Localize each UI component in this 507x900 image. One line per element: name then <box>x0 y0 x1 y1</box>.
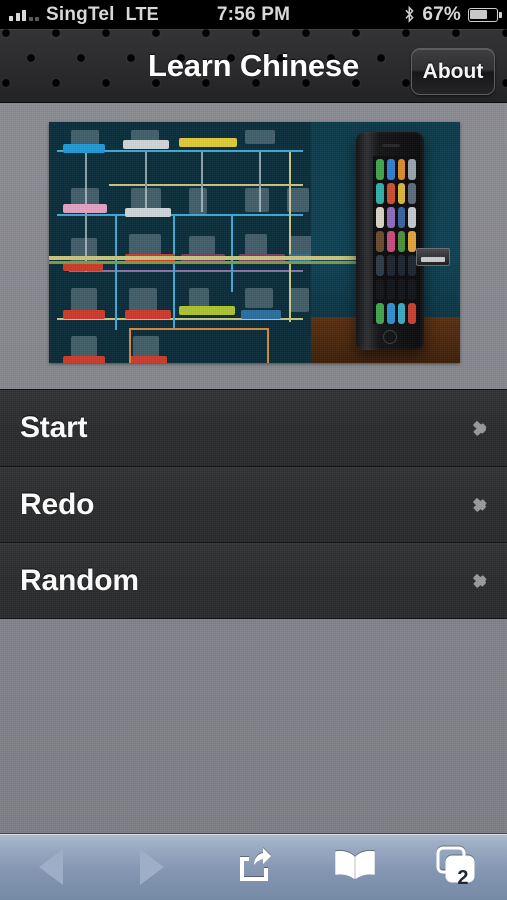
tab-count-label: 2 <box>457 867 469 889</box>
network-diagram-graphic <box>49 122 311 363</box>
battery-percent-label: 67% <box>422 3 461 25</box>
back-arrow-icon <box>38 849 63 885</box>
about-button[interactable]: About <box>411 48 495 95</box>
menu-list: Start Redo Random <box>0 389 507 619</box>
forward-button[interactable] <box>101 834 202 900</box>
app-screen: SingTel LTE 7:56 PM 67% Learn Chinese Ab… <box>0 0 507 900</box>
chevron-right-icon <box>473 569 487 593</box>
list-item-redo[interactable]: Redo <box>0 466 507 542</box>
status-bar-left: SingTel LTE <box>0 4 159 26</box>
forward-arrow-icon <box>140 849 165 885</box>
chevron-right-icon <box>473 493 487 517</box>
tabs-icon <box>436 846 476 889</box>
share-button[interactable] <box>203 834 304 900</box>
hero-image <box>49 122 460 363</box>
list-item-random[interactable]: Random <box>0 542 507 618</box>
tabs-button[interactable]: 2 <box>406 834 507 900</box>
navigation-bar: Learn Chinese About <box>0 29 507 103</box>
bluetooth-icon <box>404 6 415 23</box>
list-item-start[interactable]: Start <box>0 390 507 466</box>
iphone-product-graphic <box>356 132 424 350</box>
status-bar: SingTel LTE 7:56 PM 67% <box>0 0 507 29</box>
back-button[interactable] <box>0 834 101 900</box>
list-item-label: Random <box>20 563 139 597</box>
status-bar-right: 67% <box>404 4 507 26</box>
cable-connector-graphic <box>416 248 450 266</box>
list-item-label: Start <box>20 411 88 444</box>
carrier-label: SingTel <box>46 3 115 25</box>
network-type-label: LTE <box>125 4 159 24</box>
list-item-label: Redo <box>20 487 95 521</box>
page-title: Learn Chinese <box>147 47 360 83</box>
battery-icon <box>468 7 502 22</box>
share-icon <box>236 847 272 887</box>
signal-strength-icon <box>9 8 39 21</box>
bookmarks-button[interactable] <box>304 834 405 900</box>
content-area: Start Redo Random <box>0 103 507 833</box>
book-icon <box>334 850 376 885</box>
chevron-right-icon <box>473 416 487 440</box>
browser-toolbar: 2 <box>0 833 507 900</box>
